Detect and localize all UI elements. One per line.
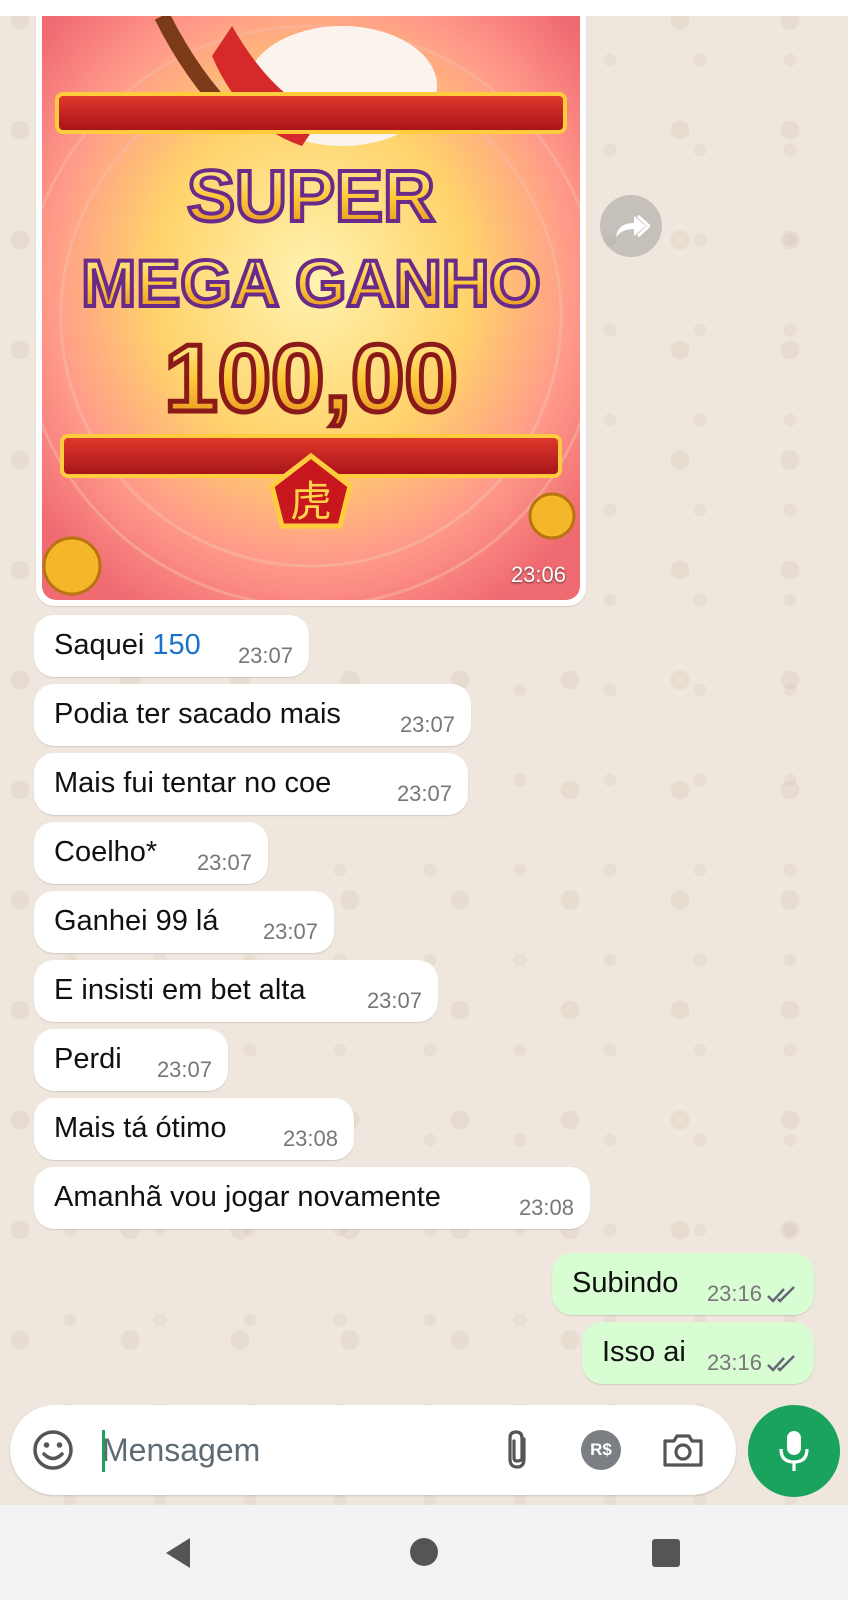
- camera-icon: [663, 1434, 703, 1467]
- attach-button[interactable]: [496, 1427, 542, 1473]
- message-input[interactable]: [102, 1423, 482, 1477]
- message-bubble[interactable]: Perdi 23:07: [34, 1029, 228, 1091]
- message-link[interactable]: 150: [152, 629, 200, 661]
- message-text: Perdi: [54, 1043, 122, 1075]
- message-time: 23:16: [706, 1350, 762, 1375]
- message-time: 23:07: [196, 850, 252, 875]
- forward-icon: [616, 214, 650, 238]
- message-composer: R$: [10, 1405, 736, 1495]
- image-message[interactable]: SUPER MEGA GANHO 100,00 虎 23:06: [36, 10, 586, 606]
- promo-line1: SUPER: [187, 157, 435, 237]
- message-bubble[interactable]: Podia ter sacado mais 23:07: [34, 684, 471, 746]
- message-bubble[interactable]: E insisti em bet alta 23:07: [34, 960, 438, 1022]
- message-text: Ganhei 99 lá: [54, 905, 219, 937]
- promo-graphic: SUPER MEGA GANHO 100,00 虎: [42, 16, 580, 600]
- nav-recents-icon[interactable]: [651, 1538, 681, 1568]
- image-timestamp: 23:06: [510, 562, 566, 587]
- message-time: 23:07: [366, 988, 422, 1013]
- promo-image[interactable]: SUPER MEGA GANHO 100,00 虎 23:06: [42, 16, 580, 600]
- promo-emblem: 虎: [290, 477, 332, 526]
- nav-back-icon[interactable]: [162, 1535, 194, 1571]
- system-nav-bar: [0, 1505, 848, 1600]
- message-bubble-outgoing[interactable]: Isso ai 23:16: [582, 1322, 814, 1384]
- message-bubble[interactable]: Coelho* 23:07: [34, 822, 268, 884]
- message-text: Saquei 150: [54, 629, 201, 662]
- forward-button[interactable]: [600, 195, 662, 257]
- double-check-icon: [767, 1286, 795, 1303]
- payment-button[interactable]: R$: [578, 1427, 624, 1473]
- message-text: Amanhã vou jogar novamente: [54, 1181, 441, 1213]
- message-bubble[interactable]: Mais tá ótimo 23:08: [34, 1098, 354, 1160]
- message-bubble[interactable]: Saquei 150 23:07: [34, 615, 309, 677]
- message-time: 23:07: [399, 712, 455, 737]
- emoji-icon: [33, 1430, 73, 1470]
- payment-icon: R$: [581, 1430, 621, 1470]
- message-time: 23:16: [706, 1281, 762, 1306]
- message-bubble-outgoing[interactable]: Subindo 23:16: [552, 1253, 814, 1315]
- message-text: Mais tá ótimo: [54, 1112, 227, 1144]
- promo-line2: MEGA GANHO: [81, 246, 541, 320]
- message-time: 23:07: [237, 643, 293, 668]
- double-check-icon: [767, 1355, 795, 1372]
- message-bubble[interactable]: Mais fui tentar no coe 23:07: [34, 753, 468, 815]
- promo-amount: 100,00: [164, 325, 458, 432]
- message-text: Mais fui tentar no coe: [54, 767, 332, 799]
- message-text: E insisti em bet alta: [54, 974, 306, 1006]
- message-time: 23:08: [282, 1126, 338, 1151]
- microphone-icon: [779, 1431, 809, 1471]
- message-text: Isso ai: [602, 1336, 686, 1368]
- message-text: Podia ter sacado mais: [54, 698, 341, 730]
- paperclip-icon: [508, 1430, 526, 1469]
- voice-record-button[interactable]: [748, 1405, 840, 1497]
- message-bubble[interactable]: Ganhei 99 lá 23:07: [34, 891, 334, 953]
- nav-home-icon[interactable]: [409, 1537, 439, 1567]
- message-time: 23:08: [518, 1195, 574, 1220]
- message-bubble[interactable]: Amanhã vou jogar novamente 23:08: [34, 1167, 590, 1229]
- message-text: Coelho*: [54, 836, 158, 868]
- message-text: Subindo: [572, 1267, 679, 1299]
- message-time: 23:07: [262, 919, 318, 944]
- camera-button[interactable]: [660, 1427, 706, 1473]
- message-time: 23:07: [396, 781, 452, 806]
- message-time: 23:07: [156, 1057, 212, 1082]
- emoji-button[interactable]: [30, 1427, 76, 1473]
- message-text-prefix: Saquei: [54, 629, 153, 661]
